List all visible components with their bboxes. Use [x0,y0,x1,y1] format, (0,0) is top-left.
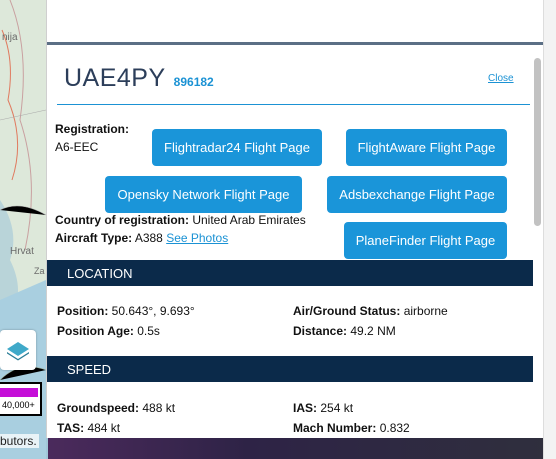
close-link[interactable]: Close [488,73,514,84]
groundspeed-label: Groundspeed: [57,401,140,415]
air-ground-value: airborne [403,304,448,318]
distance-label: Distance: [293,324,348,338]
location-title: LOCATION [67,265,133,281]
mach-label: Mach Number: [293,421,377,435]
aircraft-type-label: Aircraft Type: [55,231,133,245]
mach-value: 0.832 [379,421,410,435]
layers-button[interactable] [0,330,36,370]
window-edge [543,0,556,459]
map-label-za: Za [34,266,45,276]
tas-value: 484 kt [87,421,121,435]
altitude-legend: 40,000+ [0,382,42,416]
aircraft-header: UAE4PY 896182 [64,64,214,93]
position-row: Position: 50.643°, 9.693° [57,304,195,318]
adsbexchange-button[interactable]: Adsbexchange Flight Page [327,176,507,213]
groundspeed-value: 488 kt [142,401,176,415]
position-value: 50.643°, 9.693° [111,304,195,318]
ias-value: 254 kt [320,401,354,415]
see-photos-link[interactable]: See Photos [166,231,228,245]
scrollbar-thumb[interactable] [534,58,541,226]
aircraft-type-value: A388 [134,231,163,245]
position-age-value: 0.5s [137,324,160,338]
hex-id: 896182 [173,75,214,89]
position-label: Position: [57,304,109,318]
tas-label: TAS: [57,421,85,435]
altitude-color-bar [0,388,38,397]
map-bottom-strip [48,438,548,459]
mach-row: Mach Number: 0.832 [293,421,410,435]
speed-title: SPEED [67,361,112,377]
panel-divider [47,42,543,45]
country-value: United Arab Emirates [192,213,306,227]
position-age-row: Position Age: 0.5s [57,324,160,338]
air-ground-label: Air/Ground Status: [293,304,401,318]
map-label-nija: nija [2,32,18,43]
panel-top-area [47,0,543,42]
speed-section-header: SPEED [47,356,533,382]
distance-row: Distance: 49.2 NM [293,324,396,338]
registration-value: A6-EEC [55,140,99,154]
flightradar24-button[interactable]: Flightradar24 Flight Page [152,129,322,166]
ias-row: IAS: 254 kt [293,401,353,415]
opensky-button[interactable]: Opensky Network Flight Page [105,176,302,213]
ias-label: IAS: [293,401,317,415]
groundspeed-row: Groundspeed: 488 kt [57,401,175,415]
location-section-header: LOCATION [47,260,533,286]
header-underline [57,104,530,105]
tas-row: TAS: 484 kt [57,421,120,435]
flightaware-button[interactable]: FlightAware Flight Page [346,129,507,166]
country-label: Country of registration: [55,213,189,227]
layers-icon [7,342,29,361]
air-ground-row: Air/Ground Status: airborne [293,304,448,318]
map-attribution: butors. [0,434,39,448]
callsign: UAE4PY [64,64,166,92]
registration-label: Registration: [55,122,130,136]
aircraft-info-panel: UAE4PY 896182 Close Registration: A6-EEC… [46,0,543,438]
position-age-label: Position Age: [57,324,134,338]
map-label-hrvat: Hrvat [10,246,34,257]
aircraft-type: Aircraft Type: A388 See Photos [55,231,228,245]
country-of-registration: Country of registration: United Arab Emi… [55,213,306,227]
distance-value: 49.2 NM [350,324,396,338]
altitude-legend-value: 40,000+ [2,400,35,410]
panel-scrollbar[interactable] [533,50,542,435]
planefinder-button[interactable]: PlaneFinder Flight Page [344,222,507,259]
